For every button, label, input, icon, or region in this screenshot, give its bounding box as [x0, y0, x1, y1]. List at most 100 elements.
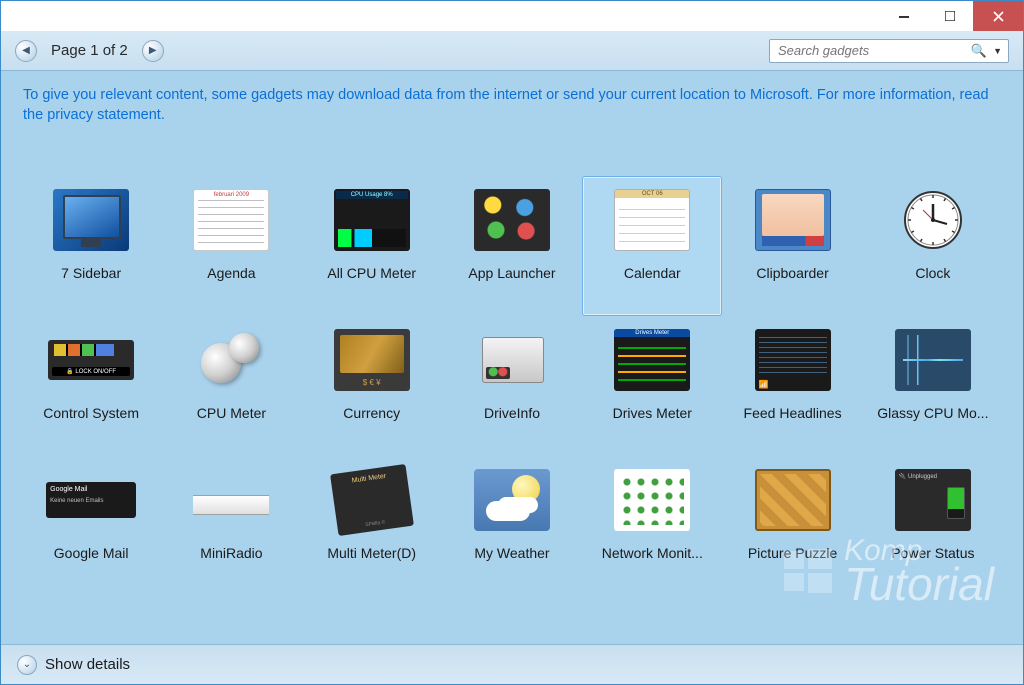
toolbar: ◀ Page 1 of 2 ▶ 🔍 ▼ [1, 31, 1023, 71]
tb-currency-icon [334, 329, 410, 391]
gadget-item[interactable]: Power Status [863, 456, 1003, 596]
gadget-thumbnail [46, 323, 136, 397]
gadget-label: App Launcher [468, 265, 555, 281]
tb-monitor-icon [53, 189, 129, 251]
tb-control-icon [48, 340, 134, 380]
gadget-item[interactable]: Google Mail [21, 456, 161, 596]
gadget-label: Glassy CPU Mo... [877, 405, 988, 421]
gadget-item[interactable]: 7 Sidebar [21, 176, 161, 316]
close-button[interactable] [973, 1, 1023, 31]
search-dropdown-icon[interactable]: ▼ [991, 46, 1004, 56]
tb-drive-icon [474, 329, 550, 391]
gadget-thumbnail [46, 183, 136, 257]
gadget-item[interactable]: Clock [863, 176, 1003, 316]
tb-launcher-icon [474, 189, 550, 251]
gadget-thumbnail [186, 463, 276, 537]
gadget-label: Calendar [624, 265, 681, 281]
gadget-item[interactable]: Calendar [582, 176, 722, 316]
gadget-thumbnail [607, 183, 697, 257]
tb-weather-icon [474, 469, 550, 531]
titlebar [1, 1, 1023, 31]
search-icon[interactable]: 🔍 [967, 43, 991, 59]
tb-puzzle-icon [755, 469, 831, 531]
tb-agenda-icon [193, 189, 269, 251]
gadget-label: Agenda [207, 265, 255, 281]
gadget-thumbnail [186, 323, 276, 397]
gadget-item[interactable]: My Weather [442, 456, 582, 596]
gadget-grid-area: 7 Sidebar Agenda All CPU Meter App Launcher… [1, 136, 1023, 644]
gadget-gallery-window: ◀ Page 1 of 2 ▶ 🔍 ▼ To give you relevant… [0, 0, 1024, 685]
gadget-item[interactable]: MiniRadio [161, 456, 301, 596]
gadget-thumbnail [748, 323, 838, 397]
gadget-item[interactable]: Network Monit... [582, 456, 722, 596]
gadget-label: Clipboarder [756, 265, 828, 281]
tb-clock-icon [895, 189, 971, 251]
gadget-thumbnail [888, 323, 978, 397]
gadget-label: Currency [343, 405, 400, 421]
gadget-item[interactable]: Drives Meter [582, 316, 722, 456]
tb-drivesmeter-icon [614, 329, 690, 391]
minimize-button[interactable] [881, 1, 927, 31]
tb-cpu-all-icon [334, 189, 410, 251]
gadget-item[interactable]: Agenda [161, 176, 301, 316]
gadget-item[interactable]: Feed Headlines [722, 316, 862, 456]
gadget-label: Power Status [891, 545, 974, 561]
tb-power-icon [895, 469, 971, 531]
gadget-item[interactable]: Picture Puzzle [722, 456, 862, 596]
tb-calendar-icon [614, 189, 690, 251]
prev-page-button[interactable]: ◀ [15, 40, 37, 62]
gadget-thumbnail [467, 323, 557, 397]
gadget-item[interactable]: Currency [302, 316, 442, 456]
gadget-thumbnail [748, 183, 838, 257]
tb-radio-icon [193, 469, 269, 531]
next-page-button[interactable]: ▶ [142, 40, 164, 62]
gadget-item[interactable]: DriveInfo [442, 316, 582, 456]
gadget-item[interactable]: Control System [21, 316, 161, 456]
show-details-toggle[interactable]: ⌄ [17, 655, 37, 675]
gadget-thumbnail [186, 183, 276, 257]
gadget-label: CPU Meter [197, 405, 266, 421]
tb-gmail-icon [46, 482, 136, 518]
search-box[interactable]: 🔍 ▼ [769, 39, 1009, 63]
gadget-item[interactable]: CPU Meter [161, 316, 301, 456]
gadget-label: All CPU Meter [327, 265, 416, 281]
gadget-thumbnail [467, 463, 557, 537]
gadget-label: Clock [915, 265, 950, 281]
gadget-thumbnail [748, 463, 838, 537]
gadget-thumbnail [888, 183, 978, 257]
page-indicator: Page 1 of 2 [47, 42, 132, 59]
tb-cpumeter-icon [193, 329, 269, 391]
details-bar: ⌄ Show details [1, 644, 1023, 684]
gadget-label: Network Monit... [602, 545, 703, 561]
tb-clipboard-icon [755, 189, 831, 251]
privacy-link[interactable]: privacy statement [47, 107, 161, 123]
gadget-item[interactable]: Clipboarder [722, 176, 862, 316]
gadget-thumbnail [888, 463, 978, 537]
privacy-banner: To give you relevant content, some gadge… [1, 71, 1023, 136]
gadget-grid: 7 Sidebar Agenda All CPU Meter App Launcher… [21, 176, 1003, 596]
gadget-item[interactable]: Multi Meter(D) [302, 456, 442, 596]
gadget-label: Control System [43, 405, 139, 421]
gadget-label: MiniRadio [200, 545, 262, 561]
gadget-label: My Weather [474, 545, 549, 561]
gadget-thumbnail [46, 463, 136, 537]
gadget-label: Picture Puzzle [748, 545, 837, 561]
gadget-thumbnail [327, 463, 417, 537]
tb-multimeter-icon [330, 464, 414, 536]
gadget-label: 7 Sidebar [61, 265, 121, 281]
tb-feed-icon [755, 329, 831, 391]
gadget-item[interactable]: App Launcher [442, 176, 582, 316]
maximize-button[interactable] [927, 1, 973, 31]
banner-text: To give you relevant content, some gadge… [23, 87, 989, 123]
gadget-label: Multi Meter(D) [327, 545, 416, 561]
gadget-thumbnail [607, 463, 697, 537]
search-input[interactable] [778, 43, 967, 58]
gadget-thumbnail [607, 323, 697, 397]
gadget-label: DriveInfo [484, 405, 540, 421]
show-details-label[interactable]: Show details [45, 656, 130, 673]
gadget-label: Feed Headlines [744, 405, 842, 421]
gadget-item[interactable]: All CPU Meter [302, 176, 442, 316]
gadget-label: Drives Meter [613, 405, 692, 421]
tb-network-icon [614, 469, 690, 531]
gadget-item[interactable]: Glassy CPU Mo... [863, 316, 1003, 456]
